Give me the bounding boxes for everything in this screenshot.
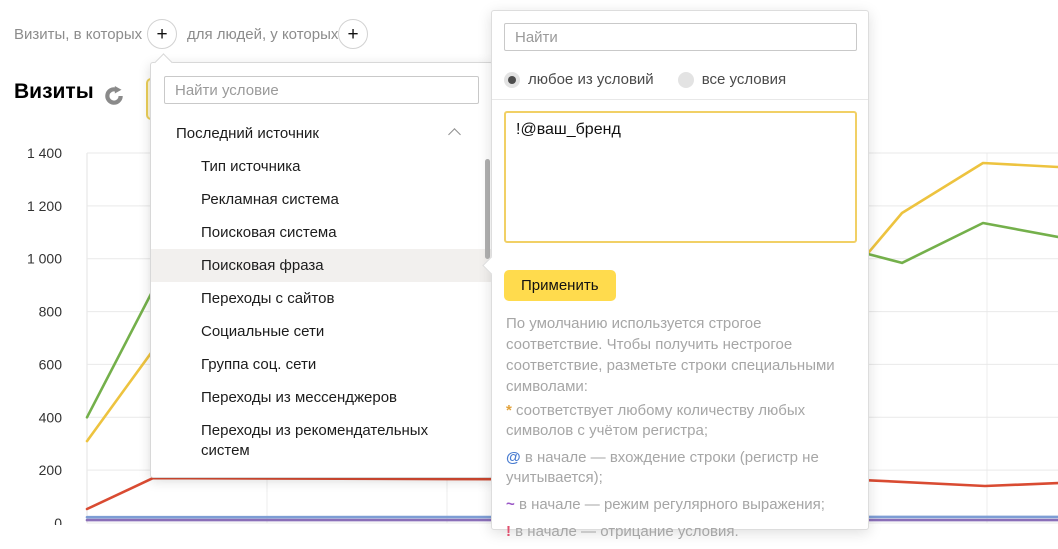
dropdown-scrollbar[interactable] — [485, 159, 490, 259]
dropdown-item-last-source[interactable]: Последний источник — [151, 117, 492, 150]
refresh-icon[interactable] — [104, 86, 124, 106]
match-mode-radios: любое из условий все условия — [504, 71, 810, 88]
exclamation-symbol: ! — [506, 523, 511, 540]
visits-condition-label: Визиты, в которых — [14, 26, 142, 43]
condition-dropdown: Последний источник Тип источника Рекламн… — [150, 62, 493, 478]
condition-search-input[interactable] — [164, 76, 479, 104]
at-symbol: @ — [506, 449, 521, 466]
y-tick-label: 800 — [39, 304, 63, 320]
asterisk-symbol: * — [506, 402, 512, 419]
y-tick-label: 600 — [39, 356, 63, 372]
dropdown-item-source-type[interactable]: Тип источника — [151, 150, 492, 183]
chevron-up-icon — [448, 128, 461, 141]
symbol-rules: * соответствует любому количеству любых … — [506, 401, 854, 549]
dropdown-item-recommendation-referrals[interactable]: Переходы из рекомендательных систем — [151, 414, 492, 468]
rule-exclamation: ! в начале — отрицание условия. — [506, 522, 854, 542]
add-visit-condition-button[interactable]: + — [147, 19, 177, 49]
rule-asterisk: * соответствует любому количеству любых … — [506, 401, 854, 441]
add-people-condition-button[interactable]: + — [338, 19, 368, 49]
dropdown-item-social-group[interactable]: Группа соц. сети — [151, 348, 492, 381]
y-tick-label: 0 — [54, 515, 62, 525]
y-tick-label: 1 000 — [27, 251, 62, 267]
radio-any-condition[interactable] — [504, 72, 520, 88]
condition-value-editor: любое из условий все условия !@ваш_бренд… — [491, 10, 869, 530]
tilde-symbol: ~ — [506, 496, 515, 513]
apply-button[interactable]: Применить — [504, 270, 616, 301]
plus-icon: + — [156, 25, 167, 44]
condition-list: Последний источник Тип источника Рекламн… — [151, 117, 492, 468]
dropdown-item-ad-system[interactable]: Рекламная система — [151, 183, 492, 216]
matching-hint: По умолчанию используется строгое соотве… — [506, 313, 852, 397]
condition-value-textarea[interactable]: !@ваш_бренд — [504, 111, 857, 243]
page-title: Визиты — [14, 80, 94, 104]
radio-any-label[interactable]: любое из условий — [528, 71, 654, 88]
editor-divider — [492, 99, 868, 100]
dropdown-item-messenger-referrals[interactable]: Переходы из мессенджеров — [151, 381, 492, 414]
dropdown-item-search-phrase[interactable]: Поисковая фраза — [151, 249, 492, 282]
y-tick-label: 400 — [39, 409, 63, 425]
radio-all-conditions[interactable] — [678, 72, 694, 88]
y-tick-label: 1 200 — [27, 198, 62, 214]
y-tick-label: 200 — [39, 462, 63, 478]
dropdown-item-site-referrals[interactable]: Переходы с сайтов — [151, 282, 492, 315]
value-search-input[interactable] — [504, 23, 857, 51]
plus-icon: + — [347, 25, 358, 44]
dropdown-item-social-networks[interactable]: Социальные сети — [151, 315, 492, 348]
radio-all-label[interactable]: все условия — [702, 71, 786, 88]
y-tick-label: 1 400 — [27, 145, 62, 161]
rule-tilde: ~ в начале — режим регулярного выражения… — [506, 495, 854, 515]
rule-at: @ в начале — вхождение строки (регистр н… — [506, 448, 854, 488]
dropdown-item-search-engine[interactable]: Поисковая система — [151, 216, 492, 249]
yandex-metrica-segment-screen: { "header": { "visits_label": "Визиты, в… — [0, 0, 1058, 525]
people-condition-label: для людей, у которых — [187, 26, 338, 43]
